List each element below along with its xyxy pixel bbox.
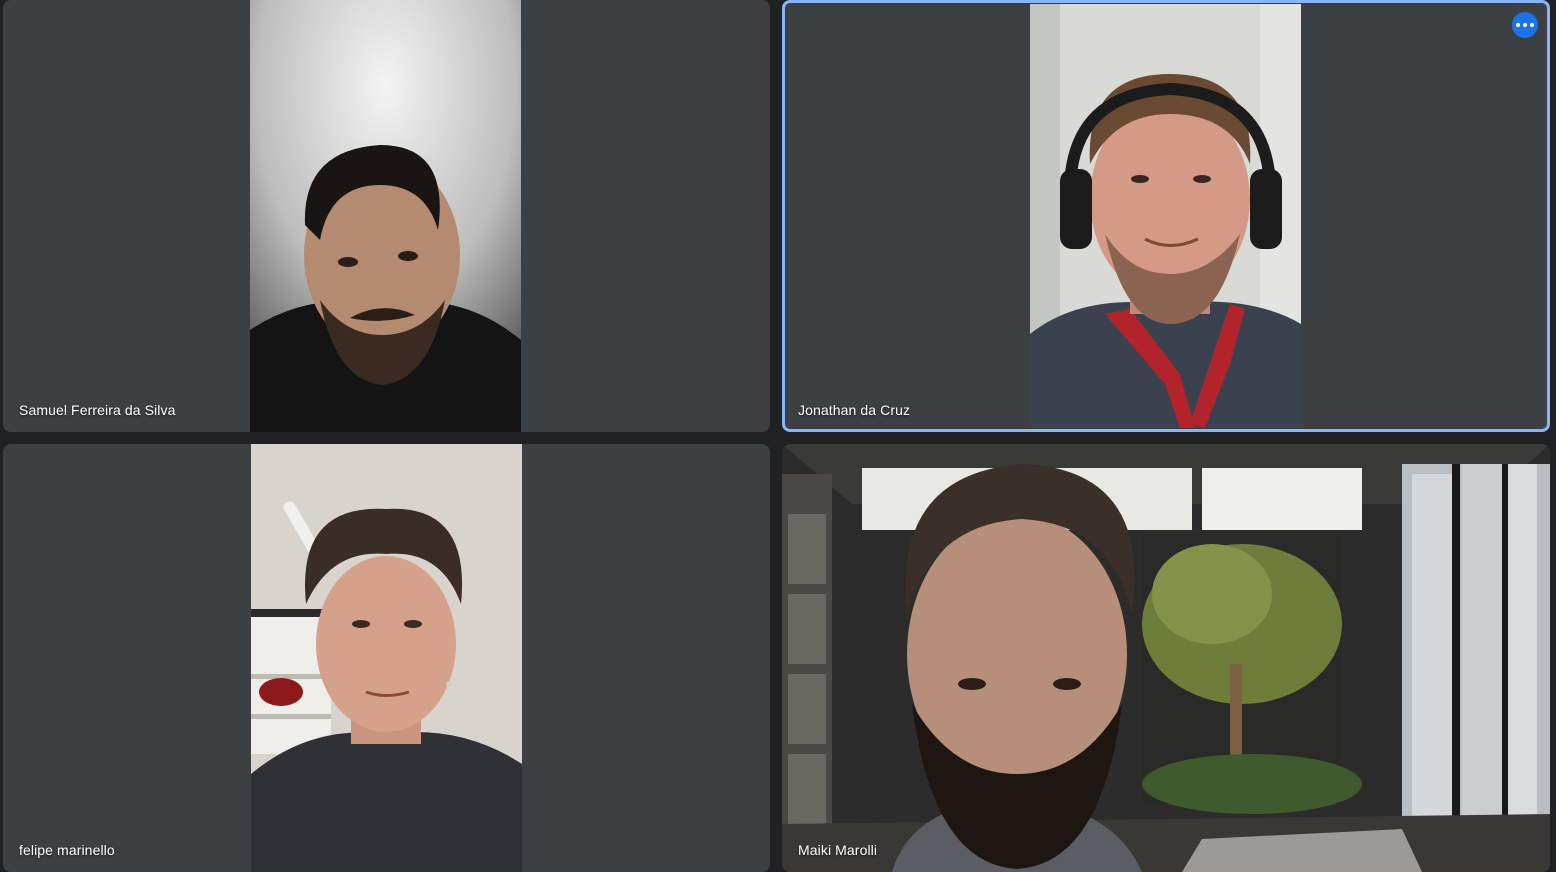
participant-tile-maiki[interactable]: Maiki Marolli xyxy=(782,444,1550,872)
more-horizontal-icon-dot xyxy=(1530,23,1534,27)
participant-tile-felipe[interactable]: felipe marinello xyxy=(3,444,770,872)
participant-tile-jonathan[interactable]: Jonathan da Cruz xyxy=(782,0,1550,432)
participant-name-label: felipe marinello xyxy=(19,842,115,858)
video-grid: Samuel Ferreira da Silva Jonathan da Cru… xyxy=(0,0,1556,872)
participant-video-samuel xyxy=(250,0,521,432)
participant-video-maiki xyxy=(782,444,1550,872)
participant-name-label: Maiki Marolli xyxy=(798,842,878,858)
participant-name-label: Jonathan da Cruz xyxy=(798,402,911,418)
participant-video-felipe xyxy=(251,444,522,872)
more-horizontal-icon xyxy=(1516,23,1520,27)
participant-video-jonathan xyxy=(1030,4,1301,428)
participant-tile-samuel[interactable]: Samuel Ferreira da Silva xyxy=(3,0,770,432)
more-options-button[interactable] xyxy=(1512,12,1538,38)
more-horizontal-icon-dot xyxy=(1523,23,1527,27)
participant-name-label: Samuel Ferreira da Silva xyxy=(19,402,176,418)
